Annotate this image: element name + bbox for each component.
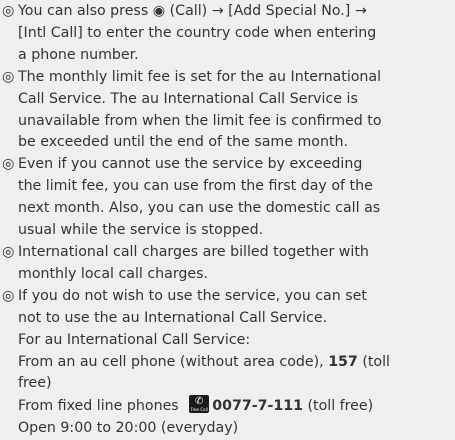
note-line: be exceeded until the end of the same mo… — [18, 134, 349, 151]
note-line: The monthly limit fee is set for the au … — [18, 68, 382, 85]
note-line: monthly local call charges. — [18, 265, 209, 282]
note-mark: ◎ — [2, 68, 15, 85]
note-exceeding-limit: ◎ Even if you cannot use the service by … — [2, 154, 455, 242]
note-mark: ◎ — [2, 156, 15, 173]
note-line: free) — [18, 375, 52, 392]
note-line: For au International Call Service: — [18, 331, 251, 348]
free-call-icon: ✆ Free Call — [189, 395, 210, 414]
note-line: International call charges are billed to… — [18, 243, 369, 260]
note-line: not to use the au International Call Ser… — [18, 309, 328, 326]
note-line: next month. Also, you can use the domest… — [18, 200, 381, 217]
note-mark: ◎ — [2, 3, 15, 19]
note-line: [Intl Call] to enter the country code wh… — [18, 24, 377, 41]
note-line: unavailable from when the limit fee is c… — [18, 112, 382, 129]
note-line: If you do not wish to use the service, y… — [18, 287, 367, 304]
note-line: You can also press ◉ (Call) → [Add Speci… — [18, 1, 455, 23]
note-mark: ◎ — [2, 287, 15, 304]
note-opt-out: ◎ If you do not wish to use the service,… — [2, 286, 455, 440]
note-line: From fixed line phones ✆ Free Call 0077-7-… — [18, 395, 374, 415]
fixed-line-number: 0077-7-111 — [212, 398, 303, 415]
note-line: From an au cell phone (without area code… — [18, 353, 390, 370]
note-line: Even if you cannot use the service by ex… — [18, 156, 363, 173]
note-line: a phone number. — [18, 46, 139, 63]
note-line: Call Service. The au International Call … — [18, 90, 358, 107]
note-monthly-limit-fee: ◎ The monthly limit fee is set for the a… — [2, 67, 455, 155]
document-page: ◎ You can also press ◉ (Call) → [Add Spe… — [0, 0, 455, 436]
note-mark: ◎ — [2, 243, 15, 260]
note-line: Open 9:00 to 20:00 (everyday) — [18, 420, 239, 437]
call-key-icon: ◉ — [152, 3, 166, 19]
note-line: the limit fee, you can use from the firs… — [18, 178, 373, 195]
cell-phone-number: 157 — [328, 353, 358, 370]
note-add-special-number: ◎ You can also press ◉ (Call) → [Add Spe… — [2, 1, 455, 67]
note-call-charges: ◎ International call charges are billed … — [2, 242, 455, 286]
note-line: usual while the service is stopped. — [18, 222, 264, 239]
